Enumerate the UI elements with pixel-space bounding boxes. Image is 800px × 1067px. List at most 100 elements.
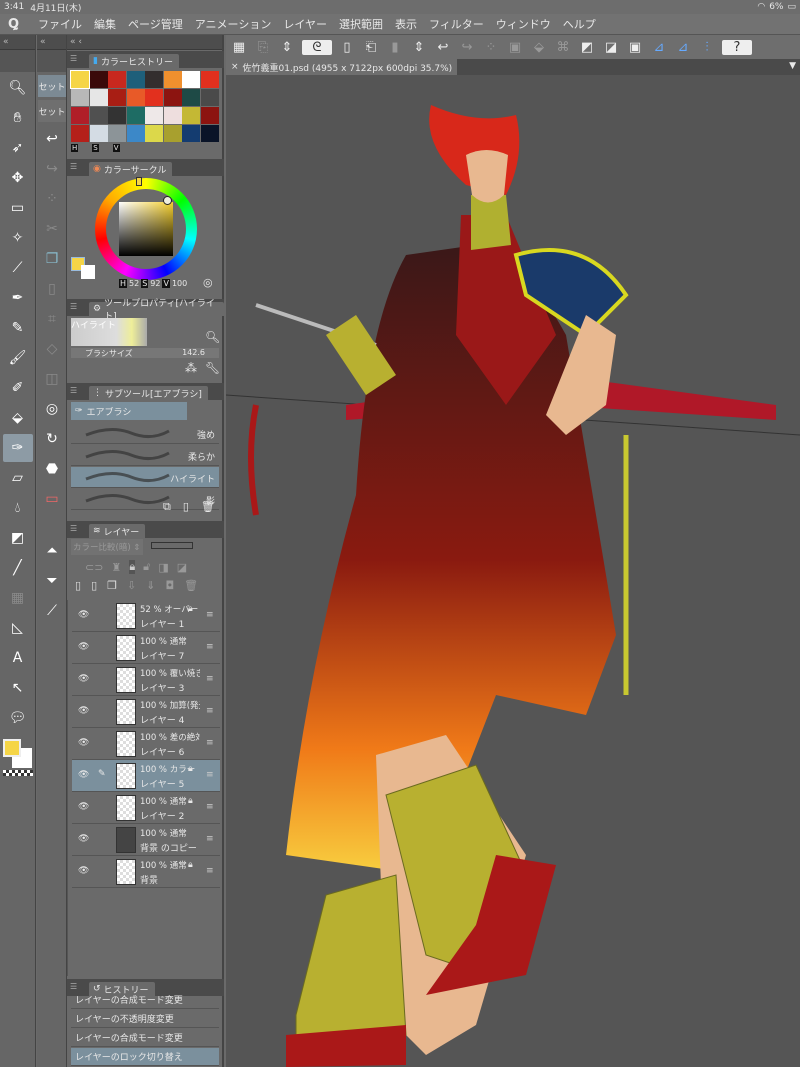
copy-subtool-icon[interactable]: ⧉	[163, 500, 171, 514]
visibility-eye-icon[interactable]: 👁︎	[78, 834, 89, 844]
visibility-eye-icon[interactable]: 👁︎	[78, 802, 89, 812]
color-swatch[interactable]	[145, 89, 163, 106]
scroll-up-icon[interactable]: ⏶	[37, 537, 67, 565]
color-swatch[interactable]	[108, 125, 126, 142]
sub-color-swatch[interactable]	[81, 265, 95, 279]
up-down-2-icon[interactable]: ⇕	[410, 40, 428, 55]
eyedropper-icon[interactable]: ⟋	[37, 597, 67, 625]
color-swatch[interactable]	[89, 125, 108, 142]
layer-mask-icon[interactable]: ◘	[165, 579, 174, 597]
undo-icon[interactable]: ↩	[37, 125, 67, 153]
airbrush-tool-icon[interactable]: ✑	[2, 434, 33, 462]
grid-view-icon[interactable]: ▦	[230, 40, 248, 55]
frame-tool-icon[interactable]: ▦	[3, 584, 33, 612]
sub-tool-header[interactable]: ☰ ⋮ サブツール[エアブラシ]	[67, 383, 224, 400]
color-swatch[interactable]	[108, 89, 126, 106]
main-color[interactable]	[3, 739, 21, 757]
text-tool-icon[interactable]: A	[3, 644, 33, 672]
color-swatch[interactable]	[145, 125, 163, 142]
color-swatch[interactable]	[70, 70, 90, 89]
zoom-tool-icon[interactable]: 🔍︎	[3, 74, 33, 102]
v-mode[interactable]: V	[112, 144, 120, 152]
sub-tool-item[interactable]: ハイライト	[71, 467, 219, 488]
color-swatch[interactable]	[89, 71, 108, 88]
layer-menu-icon[interactable]: ≡	[206, 610, 214, 620]
sv-cursor[interactable]	[163, 196, 172, 205]
fill-outside-icon[interactable]: ◪	[602, 40, 620, 55]
layer-row[interactable]: 👁︎ 100 % 通常 背景 🔒︎ ≡	[72, 856, 220, 888]
color-swatch[interactable]	[145, 107, 163, 124]
color-swatch[interactable]	[163, 89, 182, 106]
pen-tool-icon[interactable]: ✒	[3, 284, 33, 312]
tool-property-header[interactable]: ☰ ⚙ ツールプロパティ[ハイライト]	[67, 299, 224, 322]
color-swatch[interactable]	[71, 107, 89, 124]
menu-layer[interactable]: レイヤー	[283, 16, 327, 32]
set-button-2[interactable]: セット	[38, 100, 66, 122]
settings-icon[interactable]: ⬣	[37, 455, 67, 483]
layer-menu-icon[interactable]: ≡	[206, 866, 214, 876]
new-raster-layer-icon[interactable]: ▯	[75, 579, 81, 597]
color-swatch[interactable]	[71, 89, 89, 106]
mask-icon[interactable]: ◪	[177, 561, 187, 574]
app-logo-icon[interactable]: Ꝗ	[8, 17, 26, 32]
layer-row[interactable]: 👁︎ ✎ 100 % カラー レイヤー 5 🔒︎ ≡	[72, 760, 220, 792]
color-swatch[interactable]	[108, 107, 126, 124]
color-swatch[interactable]	[126, 89, 145, 106]
layer-menu-icon[interactable]: ≡	[206, 706, 214, 716]
new-folder-icon[interactable]: ❐	[107, 579, 117, 597]
sub-tool-item[interactable]: 強め	[71, 423, 219, 444]
eyedropper-tool-icon[interactable]: ⟋	[3, 254, 33, 282]
menu-help[interactable]: ヘルプ	[563, 16, 596, 32]
open-file-icon[interactable]: ⎗	[362, 40, 380, 55]
color-swatch[interactable]	[182, 89, 200, 106]
visibility-eye-icon[interactable]: 👁︎	[78, 866, 89, 876]
lock-transparency-icon[interactable]: 🔓︎	[143, 560, 150, 574]
layer-row[interactable]: 👁︎ 100 % 加算(発光) レイヤー 4 ≡	[72, 696, 220, 728]
set-button-1[interactable]: セット	[38, 75, 66, 97]
color-swatch[interactable]	[108, 71, 126, 88]
layer-row[interactable]: 👁︎ 100 % 通常 背景 のコピー ≡	[72, 824, 220, 856]
show-border-icon[interactable]: ▣	[626, 40, 644, 55]
layer-row[interactable]: 👁︎ 100 % 通常 レイヤー 2 🔒︎ ≡	[72, 792, 220, 824]
hue-ring[interactable]	[95, 177, 197, 280]
detail-settings-icon[interactable]: 🔍︎	[205, 330, 220, 344]
menu-selection[interactable]: 選択範囲	[339, 16, 383, 32]
color-mode-switch-icon[interactable]: ◎	[203, 276, 213, 289]
new-file-icon[interactable]: ▯	[338, 40, 356, 55]
color-swatch[interactable]	[145, 71, 163, 88]
color-swatch[interactable]	[182, 125, 200, 142]
color-swatch[interactable]	[182, 71, 200, 88]
record-icon[interactable]: ▭	[37, 485, 67, 513]
color-swatch[interactable]	[126, 107, 145, 124]
ruler-tool-icon[interactable]: ◺	[3, 614, 33, 642]
wrench-icon[interactable]: 🔧︎	[205, 361, 220, 375]
tab-dropdown-icon[interactable]: ▼	[789, 61, 796, 71]
cut-icon[interactable]: ✂	[37, 215, 67, 243]
selection-tool-icon[interactable]: ▭	[3, 194, 33, 222]
visibility-eye-icon[interactable]: 👁︎	[78, 706, 89, 716]
sub-tool-item[interactable]: 柔らか	[71, 445, 219, 466]
hand-tool-icon[interactable]: ✋︎	[3, 104, 33, 132]
decoration-tool-icon[interactable]: ✐	[3, 374, 33, 402]
new-subtool-icon[interactable]: ▯	[183, 500, 189, 514]
brush-size-slider[interactable]: ブラシサイズ 142.6	[71, 348, 219, 358]
pencil-tool-icon[interactable]: ✎	[3, 314, 33, 342]
layer-color-icon[interactable]: ◨	[158, 561, 168, 574]
visibility-eye-icon[interactable]: 👁︎	[78, 674, 89, 684]
menu-filter[interactable]: フィルター	[429, 16, 484, 32]
copy-icon[interactable]: ❐	[37, 245, 67, 273]
color-swatch[interactable]	[163, 71, 182, 88]
color-swatch[interactable]	[71, 125, 89, 142]
color-swatch[interactable]	[89, 89, 108, 106]
color-swatch[interactable]	[126, 71, 145, 88]
delete-layer-icon[interactable]: 🗑︎	[184, 579, 198, 597]
app-swirl-icon[interactable]: ᘓ	[302, 39, 332, 55]
figure-tool-icon[interactable]: ╱	[3, 554, 33, 582]
deselect-icon[interactable]: ⁘	[37, 185, 67, 213]
menu-animation[interactable]: アニメーション	[195, 16, 272, 32]
grid-snap-icon[interactable]: ⫶	[698, 40, 716, 55]
saturation-value-square[interactable]	[119, 202, 173, 256]
visibility-eye-icon[interactable]: 👁︎	[78, 770, 89, 780]
correct-line-tool-icon[interactable]: ↖	[3, 674, 33, 702]
redo-icon[interactable]: ↪	[37, 155, 67, 183]
